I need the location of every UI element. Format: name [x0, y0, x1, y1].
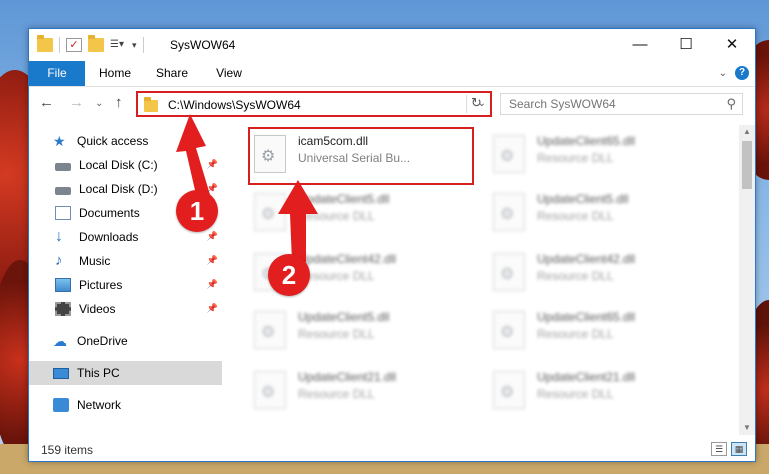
- step-badge-1: 1: [176, 190, 218, 232]
- annotation-arrows: [176, 114, 318, 262]
- step-badge-2: 2: [268, 254, 310, 296]
- arrow-to-file-item: [278, 180, 318, 262]
